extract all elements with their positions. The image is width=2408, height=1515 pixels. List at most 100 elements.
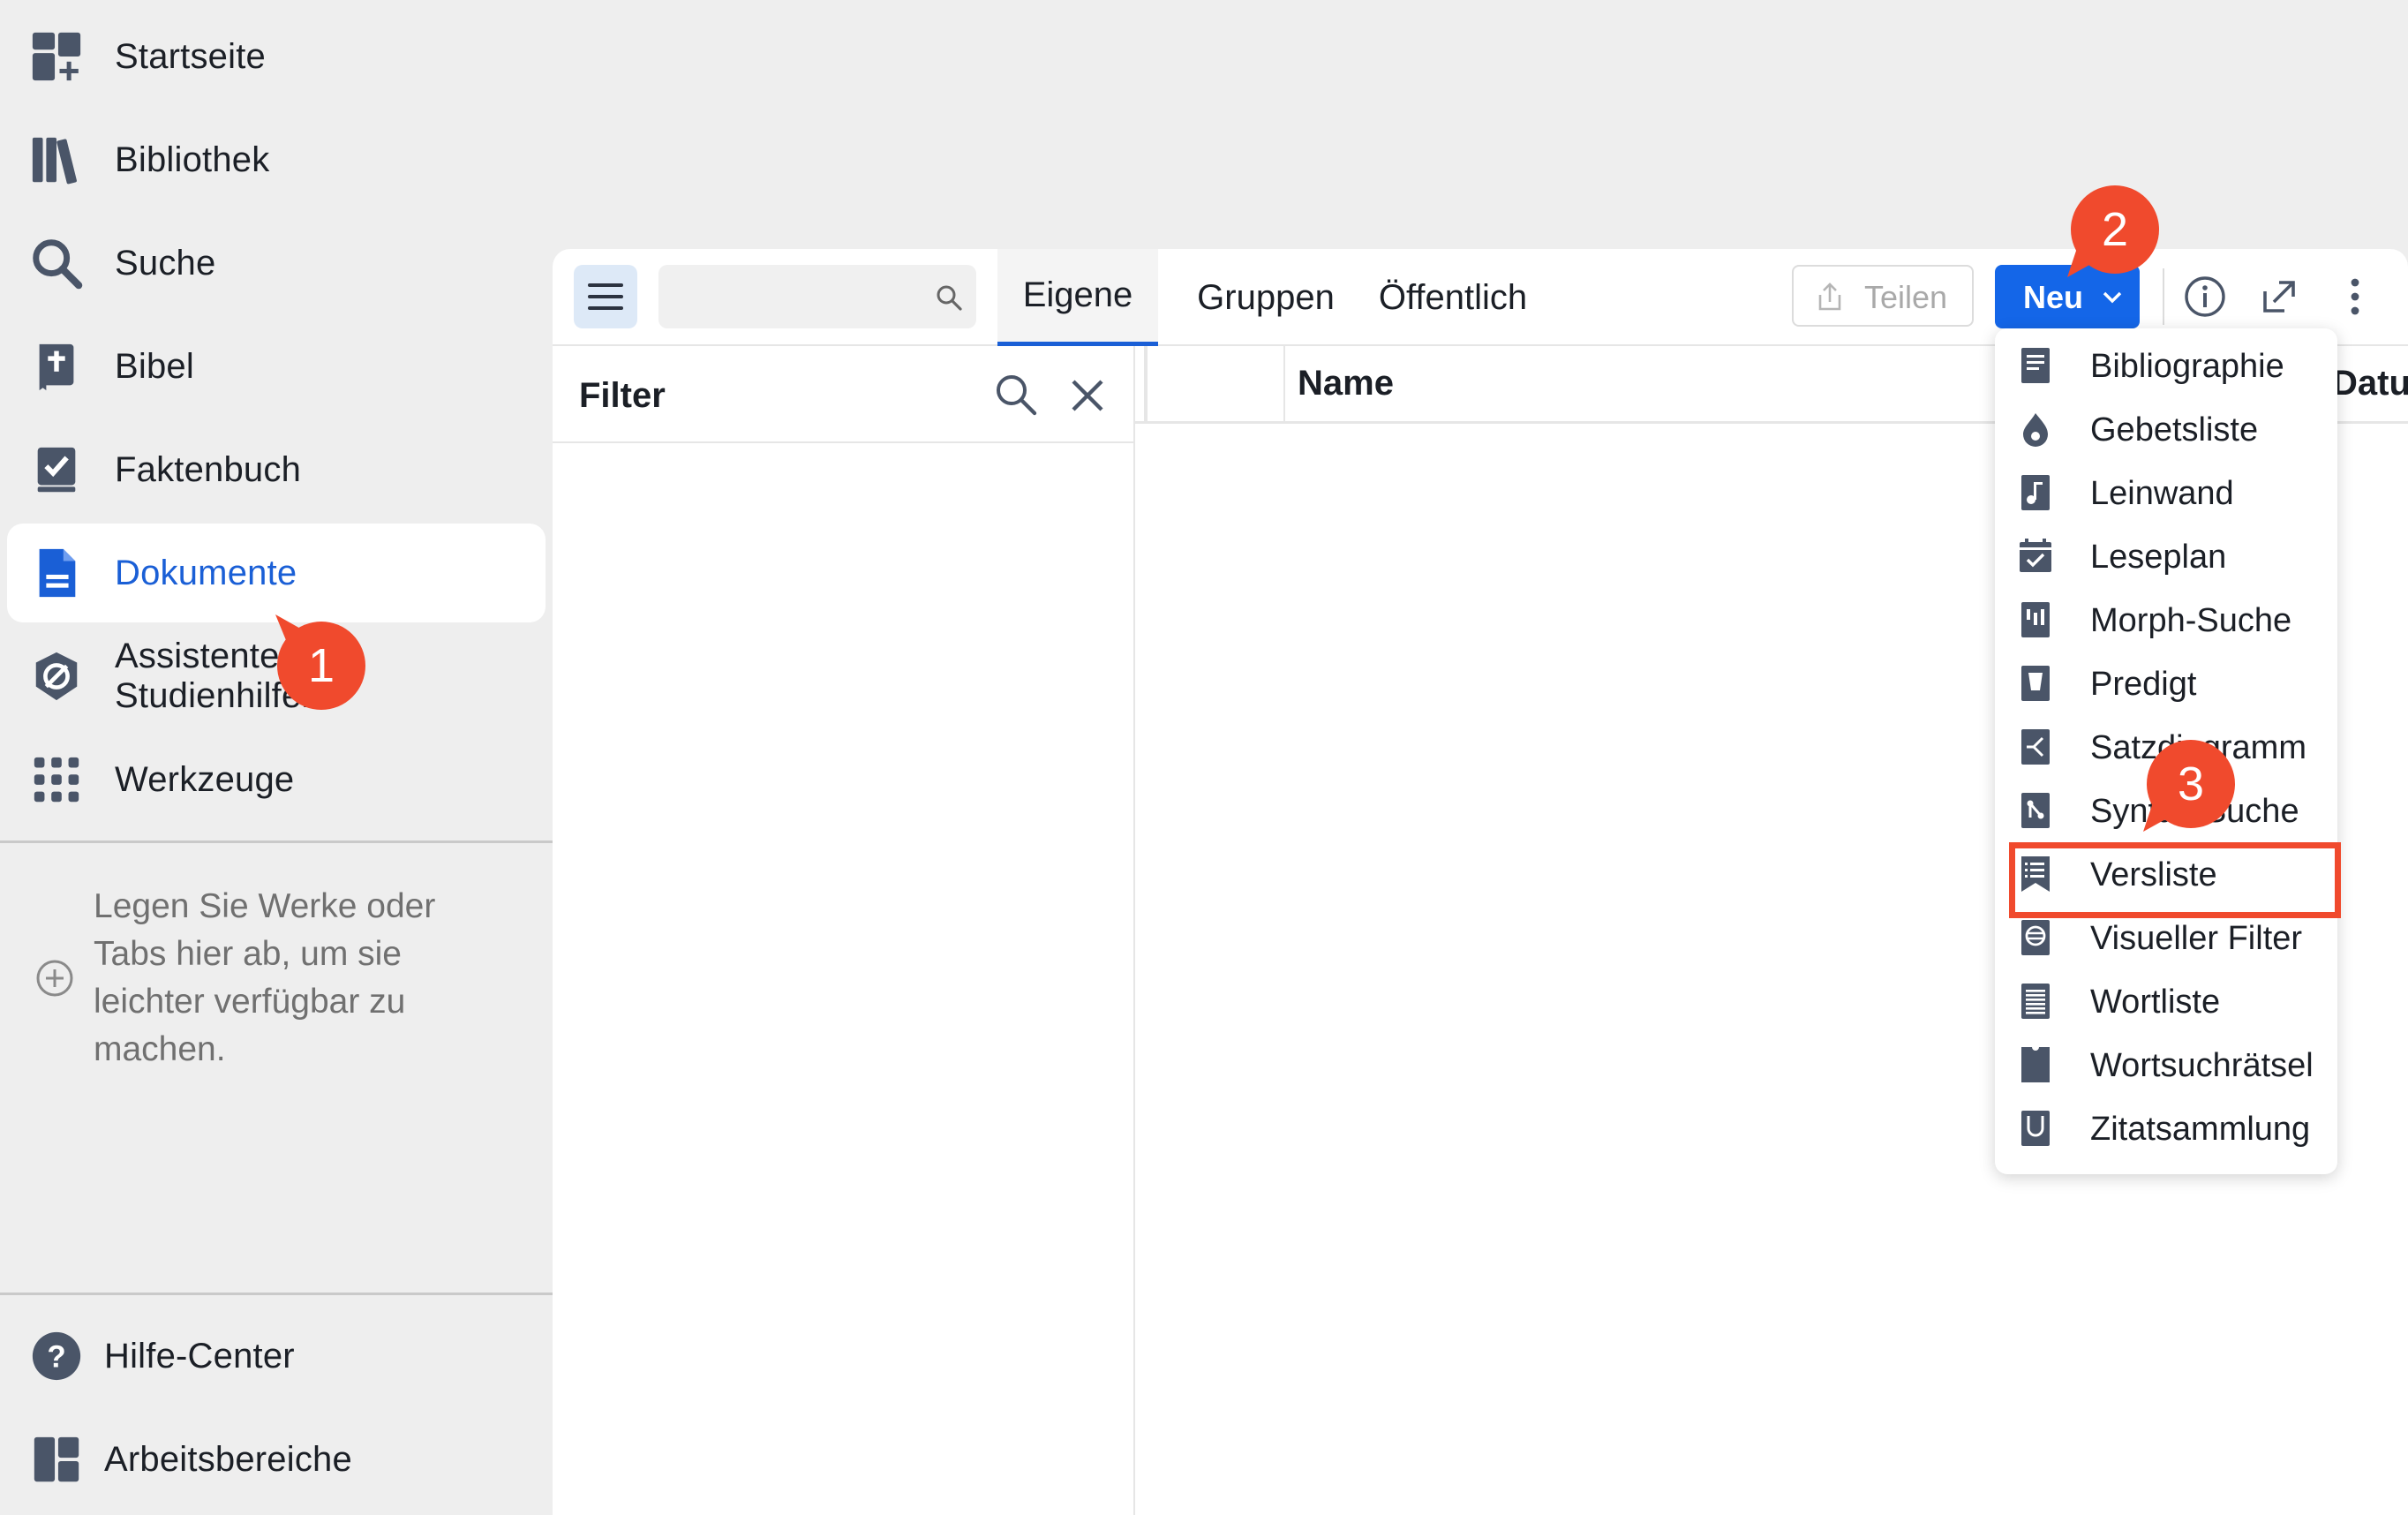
tab-label: Gruppen [1197,277,1335,317]
menu-item-zitatsammlung[interactable]: Zitatsammlung [1995,1097,2337,1160]
column-header-name[interactable]: Name [1298,364,1394,403]
popout-arrow-icon [2263,281,2295,313]
menu-item-wortsuchraetsel[interactable]: Wortsuchrätsel [1995,1033,2337,1097]
sidebar-item-label: Startseite [115,36,266,76]
sidebar-item-bibel[interactable]: Bibel [7,317,546,416]
menu-item-gebetsliste[interactable]: Gebetsliste [1995,397,2337,461]
sidebar-item-label: Werkzeuge [115,759,295,799]
documents-search-input[interactable] [658,265,923,328]
menu-item-label: Bibliographie [2090,348,2284,385]
badge-number: 1 [307,639,335,692]
sidebar-item-bibliothek[interactable]: Bibliothek [7,110,546,209]
bible-icon [26,336,87,396]
sidebar-item-faktenbuch[interactable]: Faktenbuch [7,420,546,519]
sidebar-item-suche[interactable]: Suche [7,214,546,313]
sidebar-divider [0,840,553,843]
info-button[interactable] [2178,270,2231,323]
sidebar-item-label: Bibliothek [115,139,270,179]
share-label: Teilen [1864,279,1948,315]
sentence-diagram-icon [2021,729,2050,765]
badge-pointer-shape [2143,800,2175,832]
sidebar-item-label: Hilfe-Center [104,1336,295,1376]
menu-item-label: Wortsuchrätsel [2090,1047,2314,1084]
menu-item-label: Gebetsliste [2090,411,2259,448]
badge-pointer-shape [2067,245,2099,277]
menu-item-leinwand[interactable]: Leinwand [1995,461,2337,524]
tab-eigene[interactable]: Eigene [997,249,1158,346]
help-circle-icon: ? [26,1326,87,1386]
share-upload-icon [1818,283,1841,311]
grid-dots-icon [26,750,87,810]
library-books-icon [26,130,87,190]
drop-hint-text: Legen Sie Werke oder Tabs hier ab, um si… [94,887,436,1068]
filter-header: Filter [553,346,1135,443]
step-badge-3: 3 [2143,740,2235,832]
sidebar-item-label: Faktenbuch [115,449,302,489]
workspace-layout-icon [26,1429,87,1489]
documents-search [658,265,976,328]
column-header-date[interactable]: Datum [2332,364,2408,403]
syntax-search-icon [2021,793,2050,828]
search-icon[interactable] [934,283,964,313]
step-badge-2: 2 [2067,185,2159,277]
sidebar-item-werkzeuge[interactable]: Werkzeuge [7,730,546,829]
sidebar-item-dokumente[interactable]: Dokumente [7,524,546,622]
new-label: Neu [2023,279,2084,315]
tab-oeffentlich[interactable]: Öffentlich [1365,249,1541,346]
sidebar-item-label: Dokumente [115,553,297,592]
sidebar-item-label: Suche [115,243,216,283]
sidebar: Startseite Bibliothek Suche Bibel Fakten… [0,0,553,1515]
versliste-highlight-box [2009,842,2341,918]
menu-item-label: Predigt [2090,666,2197,703]
word-puzzle-icon [2021,1047,2050,1082]
badge-pointer-shape [275,614,304,644]
close-icon[interactable] [1065,373,1110,418]
sidebar-item-arbeitsbereiche[interactable]: Arbeitsbereiche [7,1410,546,1509]
column-divider [1144,346,1148,424]
menu-item-wortliste[interactable]: Wortliste [1995,969,2337,1033]
badge-number: 3 [2177,758,2205,810]
menu-item-label: Leinwand [2090,475,2234,512]
sidebar-item-startseite[interactable]: Startseite [7,7,546,106]
menu-item-leseplan[interactable]: Leseplan [1995,524,2337,588]
menu-item-label: Leseplan [2090,539,2227,576]
bibliography-icon [2021,348,2050,383]
search-icon[interactable] [992,371,1040,418]
dashboard-add-icon [26,26,87,87]
word-list-icon [2021,984,2050,1019]
svg-text:?: ? [47,1340,65,1375]
menu-item-morph-suche[interactable]: Morph-Suche [1995,588,2337,652]
column-divider [1283,346,1285,424]
info-icon [2185,276,2225,317]
factbook-check-icon [26,440,87,500]
vertical-dots-icon [2351,278,2359,315]
sidebar-item-label: Arbeitsbereiche [104,1439,352,1479]
menu-item-label: Visueller Filter [2090,920,2303,957]
filter-title: Filter [579,376,666,415]
filter-pane: Filter [553,346,1135,1515]
morph-search-icon [2021,602,2050,637]
menu-item-bibliographie[interactable]: Bibliographie [1995,334,2337,397]
menu-item-predigt[interactable]: Predigt [1995,652,2337,715]
visual-filter-icon [2021,920,2050,955]
assistant-shield-icon [26,646,87,706]
chevron-down-icon [2103,291,2122,304]
sermon-pulpit-icon [2021,666,2050,701]
step-badge-1: 1 [275,614,365,710]
tab-label: Eigene [1022,275,1133,314]
toolbar-separator [2163,268,2164,325]
share-button[interactable]: Teilen [1792,265,1974,327]
sidebar-item-hilfe-center[interactable]: ? Hilfe-Center [7,1307,546,1406]
document-icon [26,543,87,603]
tab-label: Öffentlich [1378,277,1528,317]
tab-gruppen[interactable]: Gruppen [1178,249,1354,346]
calendar-check-icon [2020,539,2051,572]
add-circle-icon [36,960,73,997]
more-options-button[interactable] [2329,270,2382,323]
menu-item-label: Morph-Suche [2090,602,2292,639]
hamburger-icon [588,283,623,310]
menu-item-label: Zitatsammlung [2090,1111,2311,1148]
badge-number: 2 [2101,203,2129,256]
panel-menu-button[interactable] [574,265,637,328]
popout-button[interactable] [2253,270,2306,323]
